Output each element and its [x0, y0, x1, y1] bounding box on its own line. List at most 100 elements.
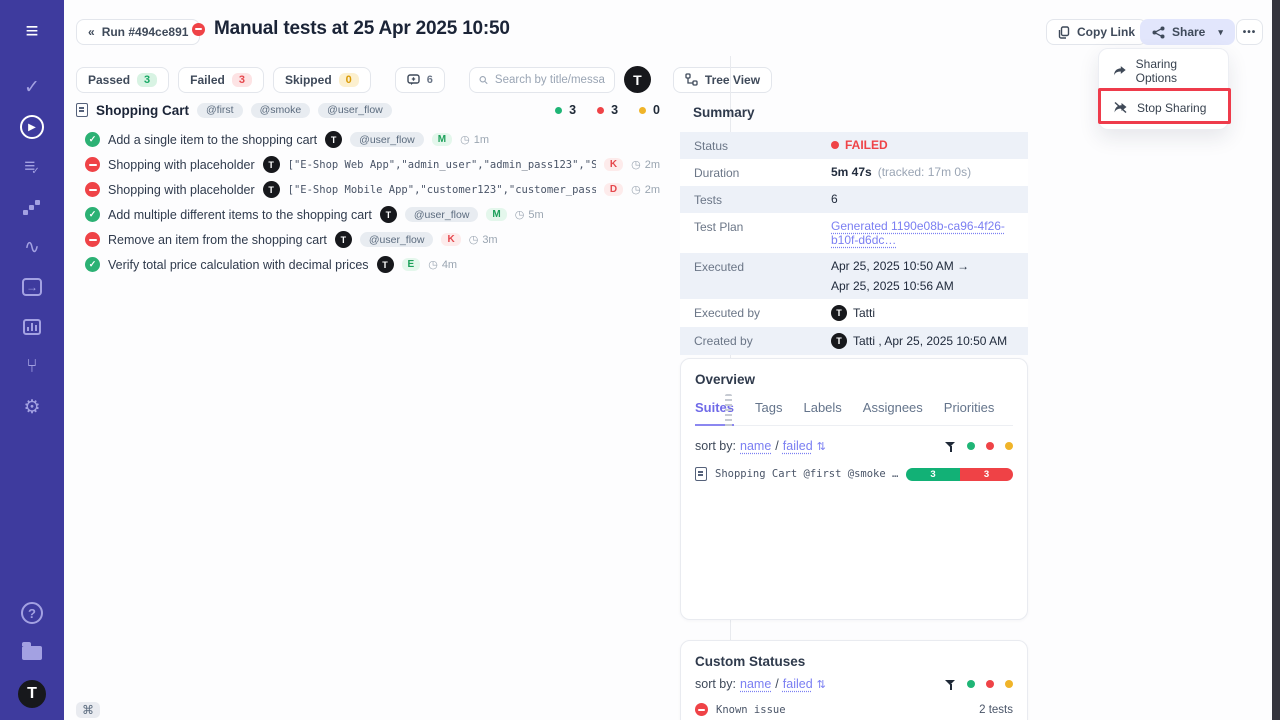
passed-filter-dot[interactable] — [967, 442, 975, 450]
sort-by-label: sort by: — [695, 439, 736, 453]
overview-tabs: Suites Tags Labels Assignees Priorities — [695, 400, 1013, 426]
failed-dot-icon — [597, 107, 604, 114]
custom-status-row[interactable]: Known issue 2 tests — [695, 703, 1013, 716]
suite-name: Shopping Cart — [96, 103, 189, 118]
share-off-icon — [1113, 101, 1128, 114]
test-tag[interactable]: @user_flow — [350, 132, 424, 147]
sort-by-name-link[interactable]: name — [740, 439, 771, 453]
runs-nav-icon[interactable]: ▶ — [12, 110, 52, 144]
clock-icon: ◷ — [631, 158, 641, 171]
suite-result-row[interactable]: Shopping Cart @first @smoke … 3 3 — [695, 467, 1013, 481]
more-actions-button[interactable]: ••• — [1236, 19, 1263, 45]
comment-plus-icon — [407, 74, 420, 86]
steps-nav-icon[interactable] — [12, 190, 52, 224]
test-row[interactable]: Add a single item to the shopping cart T… — [76, 127, 660, 152]
settings-nav-icon[interactable]: ⚙ — [12, 390, 52, 424]
back-to-run-button[interactable]: « Run #494ce891 — [76, 19, 200, 45]
app-window: ≡ ✓ ▶ ≡✓ ∿ → ⑂ ⚙ ? T « Run #494ce891 Man… — [0, 0, 1280, 720]
search-input[interactable] — [495, 74, 605, 86]
suite-tag[interactable]: @user_flow — [318, 103, 392, 118]
suite-file-icon — [76, 103, 88, 117]
hamburger-menu-icon[interactable]: ≡ — [12, 14, 52, 48]
suite-header[interactable]: Shopping Cart @first @smoke @user_flow 3… — [76, 98, 660, 122]
brand-logo-avatar[interactable]: T — [18, 680, 46, 708]
pulse-nav-icon[interactable]: ∿ — [12, 230, 52, 264]
skipped-filter-dot[interactable] — [1005, 680, 1013, 688]
passed-filter-dot[interactable] — [967, 680, 975, 688]
custom-status-label: Known issue — [716, 704, 971, 716]
assignee-avatar: T — [335, 231, 352, 248]
failed-filter-dot[interactable] — [986, 680, 994, 688]
skipped-filter-dot[interactable] — [1005, 442, 1013, 450]
filter-funnel-icon[interactable] — [945, 441, 956, 452]
failed-minus-icon — [85, 157, 100, 172]
help-icon[interactable]: ? — [12, 596, 52, 630]
summary-title: Summary — [693, 105, 755, 120]
sort-direction-icon[interactable]: ⇅ — [817, 440, 826, 453]
filter-skipped-button[interactable]: Skipped 0 — [273, 67, 371, 93]
share-icon — [1152, 26, 1165, 39]
label-badge: K — [604, 158, 623, 171]
failed-count-badge: 3 — [232, 73, 252, 87]
tab-assignees[interactable]: Assignees — [863, 400, 923, 425]
share-button[interactable]: Share ▾ — [1140, 19, 1235, 45]
skipped-label: Skipped — [285, 73, 332, 87]
row-label: Tests — [694, 192, 831, 207]
row-label: Created by — [694, 333, 831, 348]
summary-row-duration: Duration 5m 47s(tracked: 17m 0s) — [680, 159, 1028, 186]
tracked-duration: (tracked: 17m 0s) — [878, 165, 971, 179]
filter-funnel-icon[interactable] — [945, 679, 956, 690]
test-row[interactable]: Add multiple different items to the shop… — [76, 202, 660, 227]
command-shortcut-button[interactable]: ⌘ — [76, 702, 100, 718]
chevron-down-icon[interactable]: ▾ — [1218, 27, 1223, 38]
duration: ◷2m — [631, 158, 660, 171]
analytics-nav-icon[interactable] — [12, 310, 52, 344]
tab-labels[interactable]: Labels — [803, 400, 841, 425]
custom-status-count: 2 tests — [979, 704, 1013, 716]
test-tag[interactable]: @user_flow — [405, 207, 479, 222]
comments-filter-button[interactable]: 6 — [395, 67, 445, 93]
test-row[interactable]: Remove an item from the shopping cart T … — [76, 227, 660, 252]
sidebar: ≡ ✓ ▶ ≡✓ ∿ → ⑂ ⚙ ? T — [0, 0, 64, 720]
sort-row: sort by: name / failed ⇅ — [695, 677, 1013, 691]
test-data-snippet: ["E-Shop Web App","admin_user","admin_pa… — [288, 159, 596, 171]
filter-bar: Passed 3 Failed 3 Skipped 0 6 T — [76, 66, 772, 93]
test-row[interactable]: Verify total price calculation with deci… — [76, 252, 660, 277]
test-row[interactable]: Shopping with placeholder T ["E-Shop Mob… — [76, 177, 660, 202]
suite-tag[interactable]: @smoke — [251, 103, 311, 118]
stairs-icon — [23, 199, 41, 215]
known-issue-icon — [695, 703, 708, 716]
filter-passed-button[interactable]: Passed 3 — [76, 67, 169, 93]
sort-by-failed-link[interactable]: failed — [783, 439, 813, 453]
test-title: Verify total price calculation with deci… — [108, 258, 369, 272]
passed-segment: 3 — [906, 468, 960, 481]
test-plan-link[interactable]: Generated 1190e08b-ca96-4f26-b10f-d6dc… — [831, 219, 1028, 247]
assignee-avatar[interactable]: T — [624, 66, 651, 93]
assignee-avatar: T — [380, 206, 397, 223]
test-title: Add multiple different items to the shop… — [108, 208, 372, 222]
panel-resize-handle[interactable] — [725, 394, 732, 428]
tab-priorities[interactable]: Priorities — [944, 400, 995, 425]
summary-row-executed-by: Executed by TTatti — [680, 299, 1028, 327]
test-list-nav-icon[interactable]: ≡✓ — [12, 150, 52, 184]
row-label: Executed by — [694, 305, 831, 320]
menu-item-sharing-options[interactable]: Sharing Options — [1099, 52, 1228, 89]
checks-nav-icon[interactable]: ✓ — [12, 70, 52, 104]
failed-filter-dot[interactable] — [986, 442, 994, 450]
sort-by-name-link[interactable]: name — [740, 677, 771, 691]
import-nav-icon[interactable]: → — [12, 270, 52, 304]
projects-folder-icon[interactable] — [12, 636, 52, 670]
label-badge: M — [486, 208, 506, 221]
sort-direction-icon[interactable]: ⇅ — [817, 678, 826, 691]
test-row[interactable]: Shopping with placeholder T ["E-Shop Web… — [76, 152, 660, 177]
share-arrow-icon — [1113, 65, 1127, 77]
comments-count: 6 — [427, 74, 433, 86]
menu-item-stop-sharing[interactable]: Stop Sharing — [1099, 89, 1228, 126]
filter-failed-button[interactable]: Failed 3 — [178, 67, 264, 93]
status-filter-icons — [945, 679, 1013, 690]
tab-tags[interactable]: Tags — [755, 400, 782, 425]
suite-tag[interactable]: @first — [197, 103, 243, 118]
sort-by-failed-link[interactable]: failed — [783, 677, 813, 691]
test-tag[interactable]: @user_flow — [360, 232, 434, 247]
branches-nav-icon[interactable]: ⑂ — [12, 350, 52, 384]
